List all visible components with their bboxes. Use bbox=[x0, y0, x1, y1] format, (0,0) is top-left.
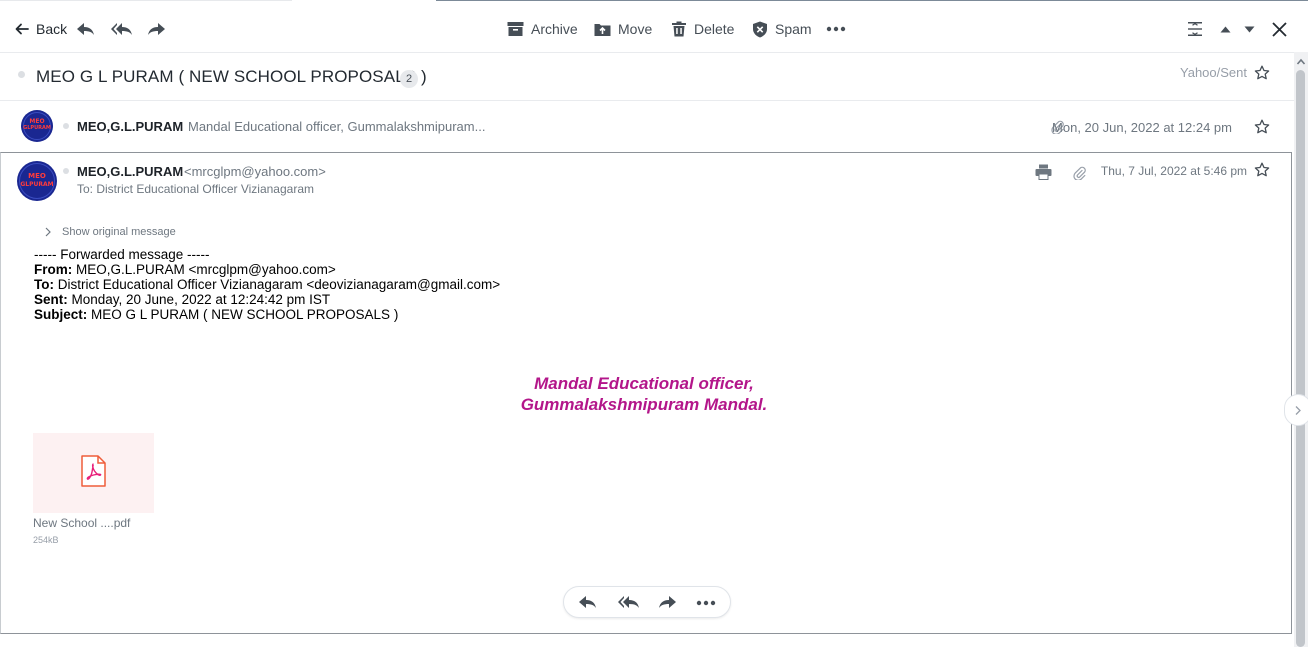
forward-to: To: District Educational Officer Viziana… bbox=[34, 277, 501, 292]
star-icon[interactable] bbox=[1254, 119, 1270, 135]
forward-icon bbox=[148, 23, 165, 35]
signature-line: Gummalakshmipuram Mandal. bbox=[520, 395, 768, 414]
back-button[interactable]: Back bbox=[14, 18, 67, 40]
folder-label: Yahoo/Sent bbox=[1180, 65, 1247, 80]
signature-block: Mandal Educational officer, Gummalakshmi… bbox=[344, 373, 944, 415]
next-message-button[interactable] bbox=[1244, 18, 1255, 40]
message-snippet: Mandal Educational officer, Gummalakshmi… bbox=[188, 119, 486, 134]
star-icon[interactable] bbox=[1254, 162, 1270, 178]
delete-label: Delete bbox=[694, 21, 735, 37]
sender-email[interactable]: <mrcglpm@yahoo.com> bbox=[184, 164, 326, 179]
message-date: Thu, 7 Jul, 2022 at 5:46 pm bbox=[1100, 164, 1247, 178]
forward-button[interactable] bbox=[147, 18, 166, 40]
forward-sent: Sent: Monday, 20 June, 2022 at 12:24:42 … bbox=[34, 292, 331, 307]
forward-separator: ----- Forwarded message ----- bbox=[34, 247, 210, 262]
caret-down-icon bbox=[1244, 26, 1255, 32]
spam-label: Spam bbox=[775, 21, 812, 37]
thread-subject: MEO G L PURAM ( NEW SCHOOL PROPOSALS ) bbox=[36, 67, 427, 86]
archive-button[interactable]: Archive bbox=[507, 18, 578, 40]
scrollbar-thumb[interactable] bbox=[1296, 70, 1305, 647]
move-folder-icon bbox=[594, 24, 611, 36]
move-label: Move bbox=[618, 21, 653, 37]
read-status-dot[interactable] bbox=[63, 168, 69, 174]
archive-label: Archive bbox=[531, 21, 578, 37]
printer-icon[interactable] bbox=[1035, 164, 1052, 180]
reply-icon[interactable] bbox=[578, 594, 597, 610]
avatar: MEO GLPURAM bbox=[17, 161, 57, 201]
attachment-size: 254kB bbox=[33, 535, 59, 545]
show-original-label: Show original message bbox=[62, 226, 176, 238]
trash-icon bbox=[672, 21, 686, 37]
avatar: MEO GLPURAM bbox=[21, 110, 53, 142]
thread-header: MEO G L PURAM ( NEW SCHOOL PROPOSALS ) 2… bbox=[0, 52, 1294, 100]
more-horizontal-icon[interactable] bbox=[696, 600, 716, 606]
forward-subject: Subject: MEO G L PURAM ( NEW SCHOOL PROP… bbox=[34, 307, 399, 322]
avatar-text-line1: MEO bbox=[28, 172, 46, 180]
reply-icon bbox=[77, 23, 94, 35]
avatar-text-line1: MEO bbox=[29, 118, 45, 125]
read-status-dot[interactable] bbox=[63, 123, 69, 129]
delete-button[interactable]: Delete bbox=[671, 18, 734, 40]
sender-name: MEO,G.L.PURAM bbox=[77, 164, 184, 179]
read-status-dot[interactable] bbox=[18, 71, 25, 78]
move-button[interactable]: Move bbox=[594, 18, 652, 40]
shield-icon bbox=[753, 21, 767, 37]
archive-icon bbox=[507, 22, 524, 36]
reply-all-button[interactable] bbox=[110, 18, 133, 40]
recipient-line[interactable]: To: District Educational Officer Viziana… bbox=[77, 182, 314, 196]
message-toolbar: Back Archive Move Delete Spam bbox=[0, 8, 1308, 50]
more-horizontal-icon bbox=[826, 26, 846, 32]
forward-icon[interactable] bbox=[658, 594, 677, 610]
message-expanded: MEO GLPURAM MEO,G.L.PURAM <mrcglpm@yahoo… bbox=[0, 152, 1292, 634]
star-icon[interactable] bbox=[1254, 65, 1270, 81]
arrow-left-icon bbox=[15, 23, 29, 35]
expand-vertical-icon bbox=[1188, 22, 1202, 36]
avatar-text-line2: GLPURAM bbox=[20, 181, 54, 188]
pdf-file-icon bbox=[81, 455, 106, 487]
message-date: Mon, 20 Jun, 2022 at 12:24 pm bbox=[1052, 120, 1232, 135]
signature-line: Mandal Educational officer, bbox=[534, 374, 754, 393]
reply-button[interactable] bbox=[76, 18, 95, 40]
previous-message-button[interactable] bbox=[1220, 18, 1231, 40]
side-panel-toggle[interactable] bbox=[1284, 394, 1308, 426]
scroll-up-arrow-icon[interactable] bbox=[1296, 57, 1306, 67]
sender-name: MEO,G.L.PURAM bbox=[77, 119, 184, 134]
chevron-right-icon bbox=[45, 227, 51, 237]
spam-button[interactable]: Spam bbox=[752, 18, 812, 40]
expand-all-button[interactable] bbox=[1187, 18, 1203, 40]
close-button[interactable] bbox=[1272, 18, 1287, 40]
quick-reply-bar bbox=[563, 586, 731, 618]
forward-from: From: MEO,G.L.PURAM <mrcglpm@yahoo.com> bbox=[34, 262, 336, 277]
avatar-text-line2: GLPURAM bbox=[23, 125, 51, 131]
close-icon bbox=[1272, 21, 1287, 37]
paperclip-icon bbox=[1073, 166, 1086, 180]
chevron-right-icon bbox=[1295, 406, 1301, 415]
show-original-toggle[interactable]: Show original message bbox=[41, 226, 176, 238]
more-actions-button[interactable] bbox=[826, 18, 846, 40]
message-count-badge: 2 bbox=[400, 70, 418, 88]
message-collapsed[interactable]: MEO GLPURAM MEO,G.L.PURAM Mandal Educati… bbox=[0, 101, 1294, 152]
reply-all-icon[interactable] bbox=[617, 594, 640, 610]
forwarded-header: ----- Forwarded message ----- From: MEO,… bbox=[34, 247, 500, 322]
caret-up-icon bbox=[1220, 26, 1231, 32]
reply-all-icon bbox=[111, 23, 132, 35]
attachment-thumbnail[interactable] bbox=[33, 433, 154, 513]
back-label: Back bbox=[36, 21, 68, 37]
attachment-name[interactable]: New School ....pdf bbox=[33, 516, 130, 530]
